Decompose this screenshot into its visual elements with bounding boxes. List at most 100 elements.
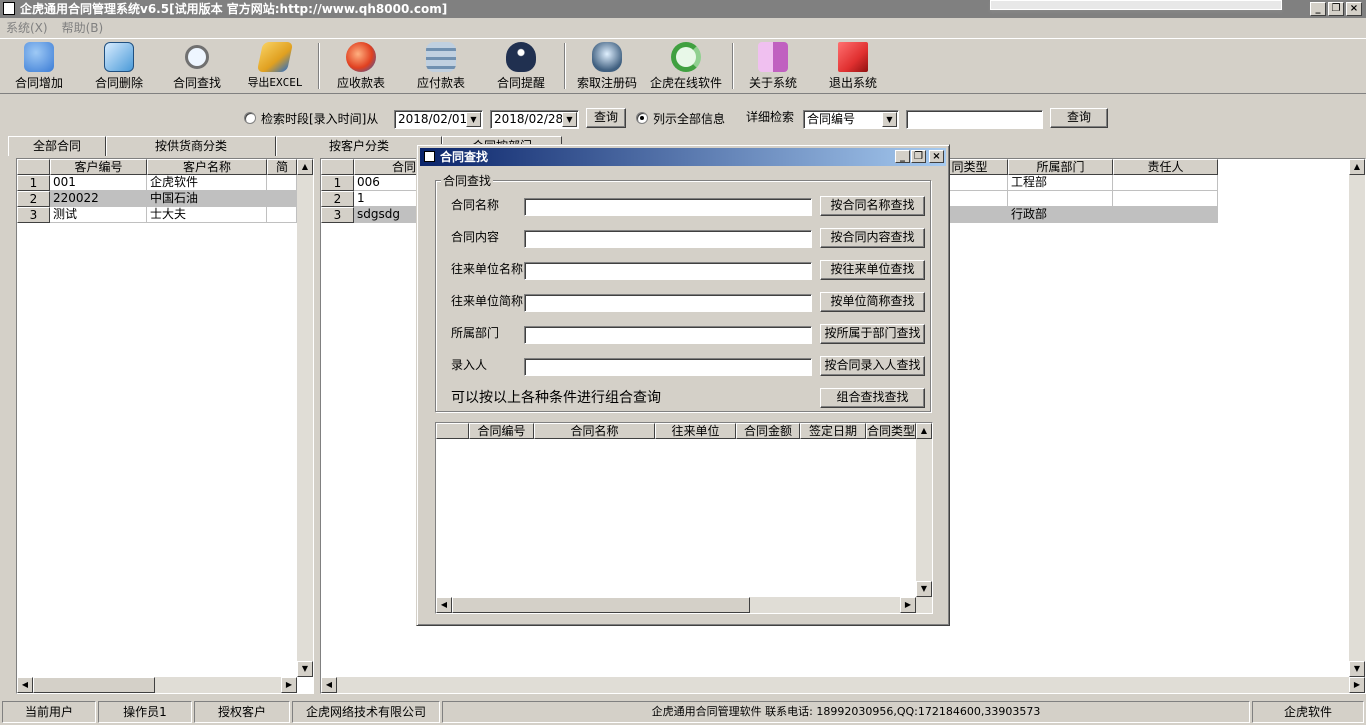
window-title: 企虎通用合同管理系统v6.5[试用版本 官方网站:http://www.qh80…: [20, 2, 448, 16]
scroll-right-icon[interactable]: ▶: [1349, 677, 1365, 693]
scroll-right-icon[interactable]: ▶: [900, 597, 916, 613]
combo-search-button[interactable]: 组合查找查找: [820, 388, 925, 408]
find-by-partner-button[interactable]: 按往来单位查找: [820, 260, 925, 280]
scroll-thumb[interactable]: [452, 597, 750, 613]
column-header[interactable]: 客户名称: [147, 159, 267, 175]
date-from-picker[interactable]: 2018/02/01 ▼: [394, 110, 483, 129]
chevron-down-icon[interactable]: ▼: [562, 112, 577, 127]
delete-contract-button[interactable]: 合同删除: [88, 42, 150, 92]
column-header[interactable]: 客户编号: [50, 159, 147, 175]
chevron-down-icon[interactable]: ▼: [882, 112, 897, 127]
column-header[interactable]: 合同类型: [866, 423, 916, 439]
partner-short-name-input[interactable]: [524, 294, 812, 312]
scroll-left-icon[interactable]: ◀: [436, 597, 452, 613]
online-software-button[interactable]: 企虎在线软件: [646, 42, 726, 92]
contract-name-input[interactable]: [524, 198, 812, 216]
find-contract-button[interactable]: 合同查找: [166, 42, 228, 92]
detail-query-button[interactable]: 查询: [1050, 108, 1108, 128]
find-by-entered-by-button[interactable]: 按合同录入人查找: [820, 356, 925, 376]
toolbar-separator: [564, 43, 566, 89]
vertical-scrollbar[interactable]: ▲ ▼: [297, 159, 313, 677]
scroll-down-icon[interactable]: ▼: [1349, 661, 1365, 677]
menu-help[interactable]: 帮助(B): [62, 21, 104, 35]
date-to-value: 2018/02/28: [494, 112, 564, 126]
scroll-up-icon[interactable]: ▲: [1349, 159, 1365, 175]
scroll-down-icon[interactable]: ▼: [297, 661, 313, 677]
grid-corner: [17, 159, 50, 175]
column-header[interactable]: 责任人: [1113, 159, 1218, 175]
group-label: 合同查找: [441, 172, 494, 189]
toolbar-separator: [318, 43, 320, 89]
find-by-content-button[interactable]: 按合同内容查找: [820, 228, 925, 248]
dialog-minimize-button[interactable]: _: [895, 150, 910, 163]
partner-name-input[interactable]: [524, 262, 812, 280]
department-cell: 行政部: [1008, 207, 1113, 223]
scroll-left-icon[interactable]: ◀: [321, 677, 337, 693]
minimize-button[interactable]: _: [1310, 2, 1326, 16]
chevron-down-icon[interactable]: ▼: [466, 112, 481, 127]
entered-by-input[interactable]: [524, 358, 812, 376]
scroll-right-icon[interactable]: ▶: [281, 677, 297, 693]
column-header[interactable]: 合同编号: [469, 423, 534, 439]
status-current-user-label: 当前用户: [2, 701, 96, 723]
exit-system-button[interactable]: 退出系统: [822, 42, 884, 92]
field-label: 往来单位简称: [451, 294, 524, 308]
payable-report-button[interactable]: 应付款表: [410, 42, 472, 92]
request-register-code-button[interactable]: 索取注册码: [574, 42, 640, 92]
scroll-down-icon[interactable]: ▼: [916, 581, 932, 597]
about-system-button[interactable]: 关于系统: [742, 42, 804, 92]
horizontal-scrollbar[interactable]: ◀ ▶: [436, 597, 932, 613]
online-refresh-icon: [671, 42, 701, 72]
dialog-maximize-button[interactable]: ❐: [911, 150, 926, 163]
menu-system[interactable]: 系统(X): [6, 21, 48, 35]
horizontal-scrollbar[interactable]: ◀ ▶: [321, 677, 1365, 693]
find-by-name-button[interactable]: 按合同名称查找: [820, 196, 925, 216]
row-number: 3: [321, 207, 354, 223]
dialog-close-button[interactable]: ×: [929, 150, 944, 163]
status-licensee: 企虎网络技术有限公司: [292, 701, 440, 723]
scroll-up-icon[interactable]: ▲: [916, 423, 932, 439]
scroll-left-icon[interactable]: ◀: [17, 677, 33, 693]
tab-by-supplier[interactable]: 按供货商分类: [106, 136, 276, 156]
tab-all-contracts[interactable]: 全部合同: [8, 136, 106, 156]
detail-field-value: 合同编号: [807, 112, 856, 126]
vertical-scrollbar[interactable]: ▲ ▼: [916, 423, 932, 597]
dialog-title-bar[interactable]: 合同查找 _ ❐ ×: [420, 148, 946, 166]
scroll-up-icon[interactable]: ▲: [297, 159, 313, 175]
column-header[interactable]: 往来单位: [655, 423, 736, 439]
scroll-thumb[interactable]: [33, 677, 155, 693]
field-label: 往来单位名称: [451, 262, 524, 276]
find-by-short-name-button[interactable]: 按单位简称查找: [820, 292, 925, 312]
column-header[interactable]: 合同名称: [534, 423, 655, 439]
detail-search-label: 详细检索: [746, 110, 795, 124]
close-button[interactable]: ×: [1346, 2, 1362, 16]
export-excel-button[interactable]: 导出EXCEL: [244, 42, 306, 92]
app-icon: [3, 2, 15, 15]
date-to-picker[interactable]: 2018/02/28 ▼: [490, 110, 579, 129]
add-contract-button[interactable]: 合同增加: [8, 42, 70, 92]
column-header[interactable]: 所属部门: [1008, 159, 1113, 175]
detail-field-select[interactable]: 合同编号 ▼: [803, 110, 899, 129]
show-all-radio[interactable]: [636, 112, 648, 124]
query-button[interactable]: 查询: [586, 108, 626, 128]
department-input[interactable]: [524, 326, 812, 344]
vertical-scrollbar[interactable]: ▲ ▼: [1349, 159, 1365, 677]
status-brand: 企虎软件: [1252, 701, 1364, 723]
find-by-department-button[interactable]: 按所属于部门查找: [820, 324, 925, 344]
detail-search-input[interactable]: [906, 110, 1043, 129]
payable-icon: [426, 42, 456, 72]
period-radio[interactable]: [244, 112, 256, 124]
customer-name-cell: 中国石油: [147, 191, 267, 207]
export-excel-icon: [256, 42, 294, 72]
department-cell: [1008, 191, 1113, 207]
column-header[interactable]: 签定日期: [800, 423, 866, 439]
horizontal-scrollbar[interactable]: ◀ ▶: [17, 677, 297, 693]
title-bar: 企虎通用合同管理系统v6.5[试用版本 官方网站:http://www.qh80…: [0, 0, 1366, 18]
column-header[interactable]: 合同金额: [736, 423, 800, 439]
column-header[interactable]: 简: [267, 159, 297, 175]
restore-button[interactable]: ❐: [1328, 2, 1344, 16]
database-add-icon: [24, 42, 54, 72]
receivable-report-button[interactable]: 应收款表: [330, 42, 392, 92]
contract-reminder-button[interactable]: 合同提醒: [490, 42, 552, 92]
contract-content-input[interactable]: [524, 230, 812, 248]
